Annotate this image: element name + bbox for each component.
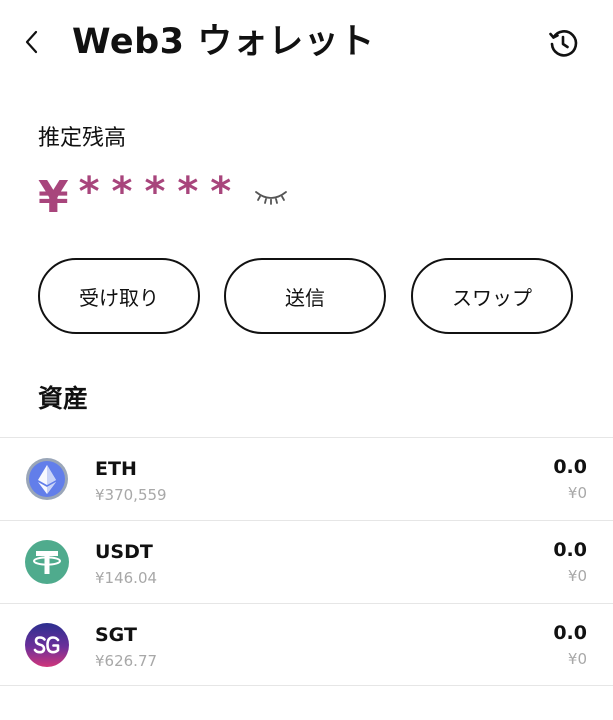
eye-closed-icon bbox=[255, 191, 288, 205]
history-clock-icon bbox=[549, 30, 578, 57]
asset-symbol: USDT bbox=[95, 541, 153, 563]
asset-fiat-value: ¥0 bbox=[567, 567, 587, 585]
toggle-balance-visibility-button[interactable] bbox=[251, 183, 291, 213]
asset-amount: 0.0 bbox=[553, 456, 587, 478]
asset-price: ¥626.77 bbox=[95, 652, 158, 670]
asset-symbol: SGT bbox=[95, 624, 137, 646]
asset-row-usdt[interactable]: USDT ¥146.04 0.0 ¥0 bbox=[0, 520, 613, 603]
assets-section-title: 資産 bbox=[38, 384, 89, 413]
asset-row-eth[interactable]: ETH ¥370,559 0.0 ¥0 bbox=[0, 437, 613, 520]
masked-balance: ***** bbox=[78, 169, 244, 215]
asset-symbol: ETH bbox=[95, 458, 137, 480]
swap-button[interactable]: スワップ bbox=[411, 258, 573, 334]
asset-list: ETH ¥370,559 0.0 ¥0 USDT ¥146.04 0.0 ¥0 bbox=[0, 437, 613, 686]
sgt-icon bbox=[25, 623, 69, 667]
asset-fiat-value: ¥0 bbox=[567, 650, 587, 668]
balance-label: 推定残高 bbox=[38, 126, 127, 151]
asset-amount: 0.0 bbox=[553, 539, 587, 561]
history-button[interactable] bbox=[544, 24, 582, 62]
send-button[interactable]: 送信 bbox=[224, 258, 386, 334]
back-button[interactable] bbox=[14, 24, 50, 60]
asset-price: ¥146.04 bbox=[95, 569, 158, 587]
asset-fiat-value: ¥0 bbox=[567, 484, 587, 502]
header: Web3 ウォレット bbox=[0, 0, 613, 88]
balance-display: ¥ ***** bbox=[38, 169, 291, 226]
receive-button[interactable]: 受け取り bbox=[38, 258, 200, 334]
usdt-icon bbox=[25, 540, 69, 584]
currency-symbol: ¥ bbox=[38, 172, 69, 223]
page-title: Web3 ウォレット bbox=[72, 22, 375, 62]
asset-price: ¥370,559 bbox=[95, 486, 167, 504]
asset-amount: 0.0 bbox=[553, 622, 587, 644]
chevron-left-icon bbox=[25, 30, 38, 54]
eth-icon bbox=[26, 458, 68, 500]
asset-row-sgt[interactable]: SGT ¥626.77 0.0 ¥0 bbox=[0, 603, 613, 686]
